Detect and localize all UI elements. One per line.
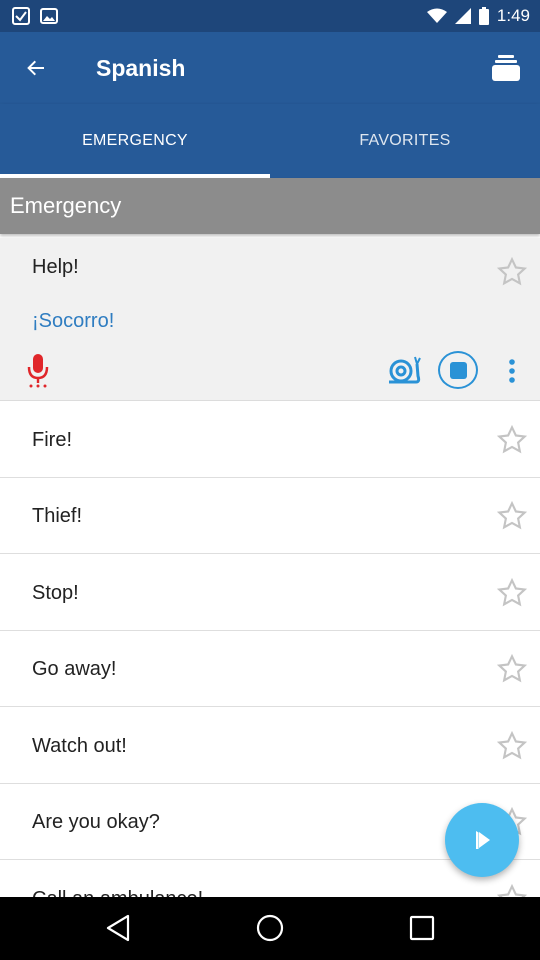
phrase-text: Help!: [32, 256, 79, 278]
system-nav-bar: [0, 897, 540, 960]
list-item[interactable]: Watch out!: [0, 708, 540, 784]
star-icon[interactable]: [496, 730, 528, 762]
list-item[interactable]: Go away!: [0, 631, 540, 707]
status-bar: 1:49: [0, 0, 540, 32]
back-button[interactable]: [14, 46, 58, 90]
expanded-phrase-item[interactable]: Help! ¡Socorro!: [0, 238, 540, 401]
nav-home-icon[interactable]: [255, 913, 285, 943]
phrase-text: Watch out!: [32, 735, 127, 757]
translation-text: ¡Socorro!: [32, 310, 115, 332]
app-title: Spanish: [96, 55, 186, 81]
star-icon[interactable]: [496, 653, 528, 685]
back-arrow-icon: [27, 60, 44, 76]
notification-image-icon: [40, 8, 58, 24]
star-icon[interactable]: [496, 577, 528, 609]
status-right: 1:49: [426, 0, 530, 32]
star-icon[interactable]: [496, 424, 528, 456]
play-icon: [476, 831, 490, 849]
microphone-icon[interactable]: [22, 352, 54, 388]
battery-icon: [478, 7, 489, 25]
list-item[interactable]: Stop!: [0, 555, 540, 631]
list-item[interactable]: Fire!: [0, 402, 540, 478]
star-icon[interactable]: [496, 500, 528, 532]
stop-icon: [449, 361, 467, 379]
phrase-text: Stop!: [32, 582, 79, 604]
star-icon[interactable]: [496, 256, 528, 288]
section-header: Emergency: [0, 178, 540, 234]
phrase-text: Fire!: [32, 429, 72, 451]
tab-bar: EMERGENCY FAVORITES: [0, 104, 540, 178]
tab-emergency[interactable]: EMERGENCY: [0, 104, 270, 178]
flashcards-button[interactable]: [484, 46, 528, 90]
notification-app-icon: [12, 7, 30, 25]
phrase-text: Thief!: [32, 505, 83, 527]
snail-slow-icon[interactable]: [386, 354, 422, 386]
signal-icon: [454, 8, 471, 24]
stop-button[interactable]: [438, 351, 478, 389]
phrase-text: Are you okay?: [32, 811, 160, 833]
phrase-text: Go away!: [32, 658, 117, 680]
status-time: 1:49: [496, 6, 530, 25]
status-notifications: [12, 0, 58, 32]
tab-favorites[interactable]: FAVORITES: [270, 104, 540, 178]
app-bar: Spanish: [0, 32, 540, 104]
more-vert-icon[interactable]: [500, 356, 524, 386]
play-button[interactable]: [445, 803, 519, 877]
nav-back-icon[interactable]: [104, 913, 134, 943]
list-item[interactable]: Thief!: [0, 478, 540, 554]
flashcards-icon: [492, 55, 520, 81]
nav-recents-icon[interactable]: [407, 913, 437, 943]
wifi-icon: [426, 8, 447, 23]
